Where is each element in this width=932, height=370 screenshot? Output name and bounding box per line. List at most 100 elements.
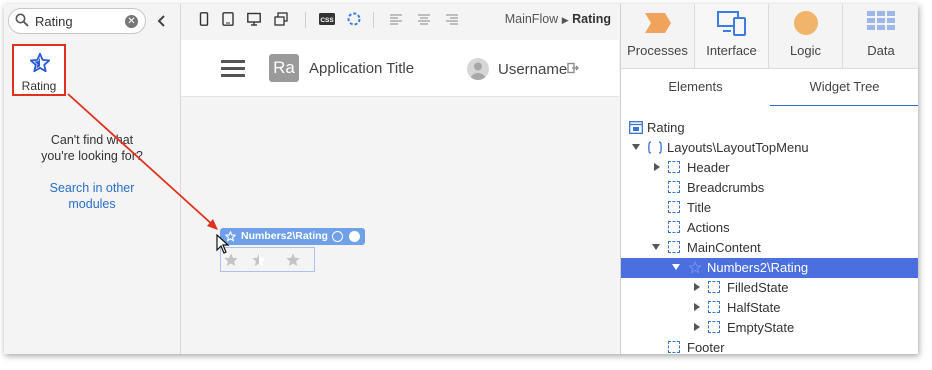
properties-panel: Processes Interface Logic Data Elements …: [620, 4, 918, 354]
star-icon: [286, 253, 300, 266]
app-title: Application Title: [309, 60, 415, 77]
phone-icon[interactable]: [197, 12, 211, 26]
tree-node-header[interactable]: Header: [621, 158, 918, 178]
tree-node-maincontent[interactable]: MainContent: [621, 238, 918, 258]
tab-elements[interactable]: Elements: [621, 69, 770, 107]
tab-interface[interactable]: Interface: [695, 4, 769, 68]
tree-node-layout[interactable]: Layouts\LayoutTopMenu: [621, 138, 918, 158]
tree-node-label: Breadcrumbs: [687, 180, 765, 195]
tab-data[interactable]: Data: [843, 4, 918, 68]
tree-node-halfstate[interactable]: HalfState: [621, 298, 918, 318]
search-input[interactable]: [35, 12, 123, 30]
tab-label: Data: [867, 43, 895, 58]
align-left-icon[interactable]: [389, 12, 403, 26]
spinner-icon[interactable]: [347, 12, 361, 26]
expand-right-icon[interactable]: [694, 323, 700, 331]
tree-node-breadcrumbs[interactable]: Breadcrumbs: [621, 178, 918, 198]
container-icon: [668, 161, 680, 173]
container-icon: [668, 201, 680, 213]
not-found-line-1: Can't find what: [50, 133, 134, 147]
ide-window: ✕ Rating Can't find what you're looking …: [4, 4, 918, 354]
container-icon: [708, 321, 720, 333]
app-logo: Ra: [269, 54, 299, 82]
main-tabs: Processes Interface Logic Data: [621, 4, 918, 68]
toolbar-separator: [373, 12, 374, 28]
expand-right-icon[interactable]: [694, 303, 700, 311]
tree-node-label: Rating: [647, 120, 685, 135]
tab-label: Interface: [706, 43, 757, 58]
align-right-icon[interactable]: [445, 12, 459, 26]
expand-down-icon[interactable]: [652, 244, 660, 250]
widget-tag-name: Numbers2\Rating: [241, 230, 328, 242]
container-icon: [668, 341, 680, 353]
tab-processes[interactable]: Processes: [621, 4, 695, 68]
desktop-icon[interactable]: [247, 12, 261, 26]
container-icon: [708, 301, 720, 313]
expand-down-icon[interactable]: [672, 264, 680, 270]
tree-node-label: MainContent: [687, 240, 761, 255]
tree-node-emptystate[interactable]: EmptyState: [621, 318, 918, 338]
search-other-modules-link[interactable]: Search in other modules: [4, 180, 180, 212]
tree-node-filledstate[interactable]: FilledState: [621, 278, 918, 298]
hamburger-icon[interactable]: [221, 60, 245, 78]
star-icon: [224, 253, 238, 266]
tree-node-footer[interactable]: Footer: [621, 338, 918, 354]
selected-widget-tag[interactable]: Numbers2\Rating: [220, 228, 365, 245]
widget-search-box[interactable]: ✕: [8, 8, 146, 34]
data-icon: [867, 11, 895, 30]
tree-node-actions[interactable]: Actions: [621, 218, 918, 238]
rating-widget-preview[interactable]: [220, 247, 315, 272]
tree-node-label: Numbers2\Rating: [707, 260, 809, 275]
rating-widget-tile[interactable]: Rating: [12, 44, 66, 96]
not-found-text: Can't find what you're looking for?: [4, 132, 180, 164]
tablet-icon[interactable]: [221, 12, 235, 26]
clear-icon[interactable]: ✕: [125, 15, 138, 28]
container-icon: [708, 281, 720, 293]
tree-node-label: Header: [687, 160, 730, 175]
interface-icon: [716, 11, 746, 36]
container-icon: [668, 241, 680, 253]
tree-node-label: FilledState: [727, 280, 789, 295]
expand-down-icon[interactable]: [632, 144, 640, 150]
layers-icon[interactable]: [274, 12, 288, 26]
star-icon: [29, 52, 51, 73]
expand-right-icon[interactable]: [654, 163, 660, 171]
tree-node-label: Title: [687, 200, 712, 215]
star-icon: [688, 261, 702, 274]
breadcrumb-flow[interactable]: MainFlow: [505, 12, 559, 26]
chevron-left-icon[interactable]: [156, 14, 168, 28]
tree-node-rating-selected[interactable]: Numbers2\Rating: [621, 258, 918, 278]
css-icon[interactable]: CSS: [319, 12, 335, 26]
layout-icon: [648, 141, 662, 154]
rating-widget-label: Rating: [21, 79, 57, 93]
logout-icon[interactable]: [567, 62, 579, 74]
tree-node-screen[interactable]: Rating: [621, 118, 918, 138]
breadcrumb-screen: Rating: [572, 12, 611, 26]
processes-icon: [644, 13, 671, 33]
tab-widget-tree[interactable]: Widget Tree: [770, 69, 918, 107]
username-label: Username: [498, 61, 568, 78]
container-icon: [668, 181, 680, 193]
canvas-toolbar: CSS MainFlow ▶ Rating: [181, 4, 619, 36]
tree-node-title[interactable]: Title: [621, 198, 918, 218]
mouse-cursor-icon: [216, 234, 230, 254]
toolbar-separator: [305, 12, 306, 28]
tree-node-label: Footer: [687, 340, 725, 354]
search-other-line-2: modules: [68, 197, 116, 211]
search-other-line-1: Search in other: [49, 181, 135, 195]
user-icon: [467, 58, 489, 80]
tab-logic[interactable]: Logic: [769, 4, 843, 68]
widget-handle-icon[interactable]: [349, 231, 360, 242]
tab-label: Logic: [789, 43, 822, 58]
sub-tabs: Elements Widget Tree: [621, 68, 918, 107]
breadcrumb-arrow-icon: ▶: [561, 15, 569, 25]
screen-canvas[interactable]: CSS MainFlow ▶ Rating Ra Application Tit…: [181, 4, 619, 354]
svg-text:CSS: CSS: [320, 17, 334, 24]
align-center-icon[interactable]: [417, 12, 431, 26]
container-icon: [668, 221, 680, 233]
widget-handle-icon[interactable]: [332, 231, 343, 242]
screen-icon: [629, 121, 643, 134]
expand-right-icon[interactable]: [694, 283, 700, 291]
breadcrumb: MainFlow ▶ Rating: [505, 12, 611, 26]
app-header-preview: Ra Application Title Username: [181, 40, 619, 97]
